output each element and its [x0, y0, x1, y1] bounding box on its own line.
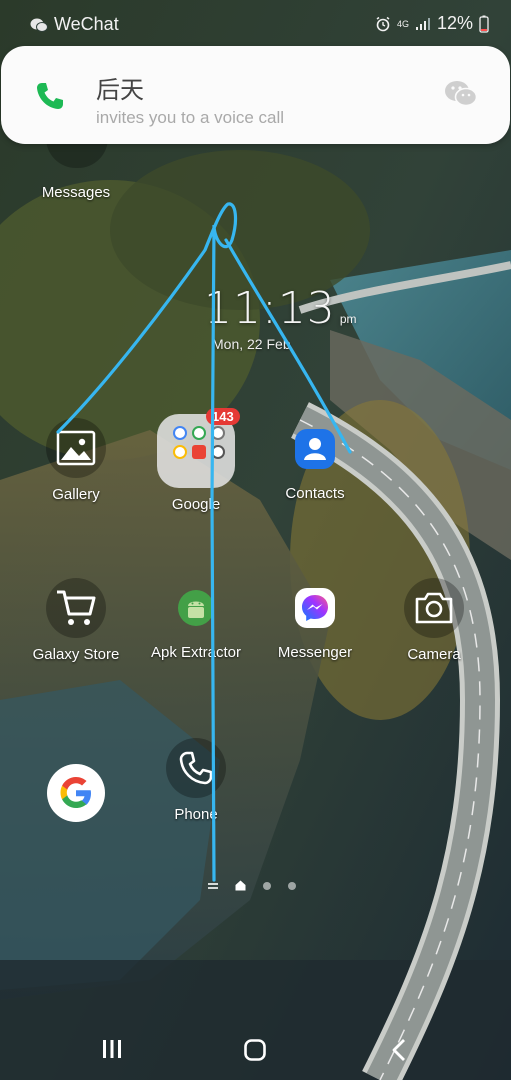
- status-right-group: 4G 12%: [375, 13, 489, 34]
- app-label: Messenger: [277, 644, 353, 661]
- google-g-icon: [47, 764, 105, 822]
- shopping-cart-icon: [46, 578, 106, 638]
- status-bar: WeChat 4G 12%: [0, 0, 511, 46]
- battery-percent: 12%: [436, 13, 473, 33]
- clock-widget[interactable]: 11:13 pm: [204, 283, 356, 334]
- caller-name: 后天: [96, 76, 144, 104]
- battery-icon: [479, 15, 489, 33]
- app-label: Apk Extractor: [150, 644, 242, 661]
- home-screen: WeChat 4G 12% Messages 11:13 pm Mon, 22 …: [0, 0, 511, 1080]
- app-messenger[interactable]: Messenger: [260, 580, 370, 661]
- gallery-icon: [46, 418, 106, 478]
- android-icon: [168, 580, 224, 636]
- page-list-icon: [208, 882, 218, 889]
- google-folder-icon: [157, 414, 235, 488]
- messenger-icon: [287, 580, 343, 636]
- camera-icon: [404, 578, 464, 638]
- status-app-indicator: WeChat: [30, 14, 119, 35]
- app-google-folder[interactable]: Google: [141, 414, 251, 513]
- home-page-dot-icon: [235, 880, 246, 891]
- app-label: Contacts: [285, 485, 345, 502]
- app-messages[interactable]: Messages: [21, 176, 131, 201]
- contacts-icon: [287, 421, 343, 477]
- home-icon[interactable]: [243, 1038, 267, 1062]
- wechat-icon: [445, 81, 478, 107]
- app-label: Phone: [174, 806, 218, 823]
- page-indicator[interactable]: [208, 880, 296, 891]
- signal-icon: [415, 17, 430, 30]
- clock-time: 11:13: [204, 283, 336, 334]
- wechat-status-icon: [30, 18, 48, 32]
- voice-call-notification[interactable]: [1, 46, 510, 144]
- back-icon[interactable]: [389, 1038, 409, 1062]
- phone-icon: [166, 738, 226, 798]
- app-google[interactable]: [21, 764, 131, 822]
- page-dot: [263, 881, 271, 890]
- app-label: Galaxy Store: [32, 646, 120, 663]
- app-gallery[interactable]: Gallery: [21, 418, 131, 503]
- app-label: Gallery: [52, 486, 100, 503]
- app-label: Messages: [41, 184, 111, 201]
- app-phone[interactable]: Phone: [141, 738, 251, 823]
- clock-ampm: pm: [339, 312, 357, 326]
- recents-icon[interactable]: [100, 1038, 124, 1060]
- phone-call-icon[interactable]: [34, 80, 66, 112]
- app-contacts[interactable]: Contacts: [260, 421, 370, 502]
- network-type: 4G: [396, 18, 409, 29]
- alarm-icon: [376, 16, 390, 31]
- app-galaxy-store[interactable]: Galaxy Store: [21, 578, 131, 663]
- page-dot: [288, 881, 296, 890]
- navigation-bar: [0, 1020, 511, 1080]
- app-label: Google: [171, 496, 221, 513]
- app-apk-extractor[interactable]: Apk Extractor: [141, 580, 251, 661]
- clock-date[interactable]: Mon, 22 Feb: [212, 336, 291, 352]
- app-label: Camera: [407, 646, 461, 663]
- notification-badge: 143: [206, 408, 240, 425]
- call-message: invites you to a voice call: [96, 108, 285, 127]
- status-app-name: WeChat: [54, 14, 119, 34]
- app-camera[interactable]: Camera: [379, 578, 489, 663]
